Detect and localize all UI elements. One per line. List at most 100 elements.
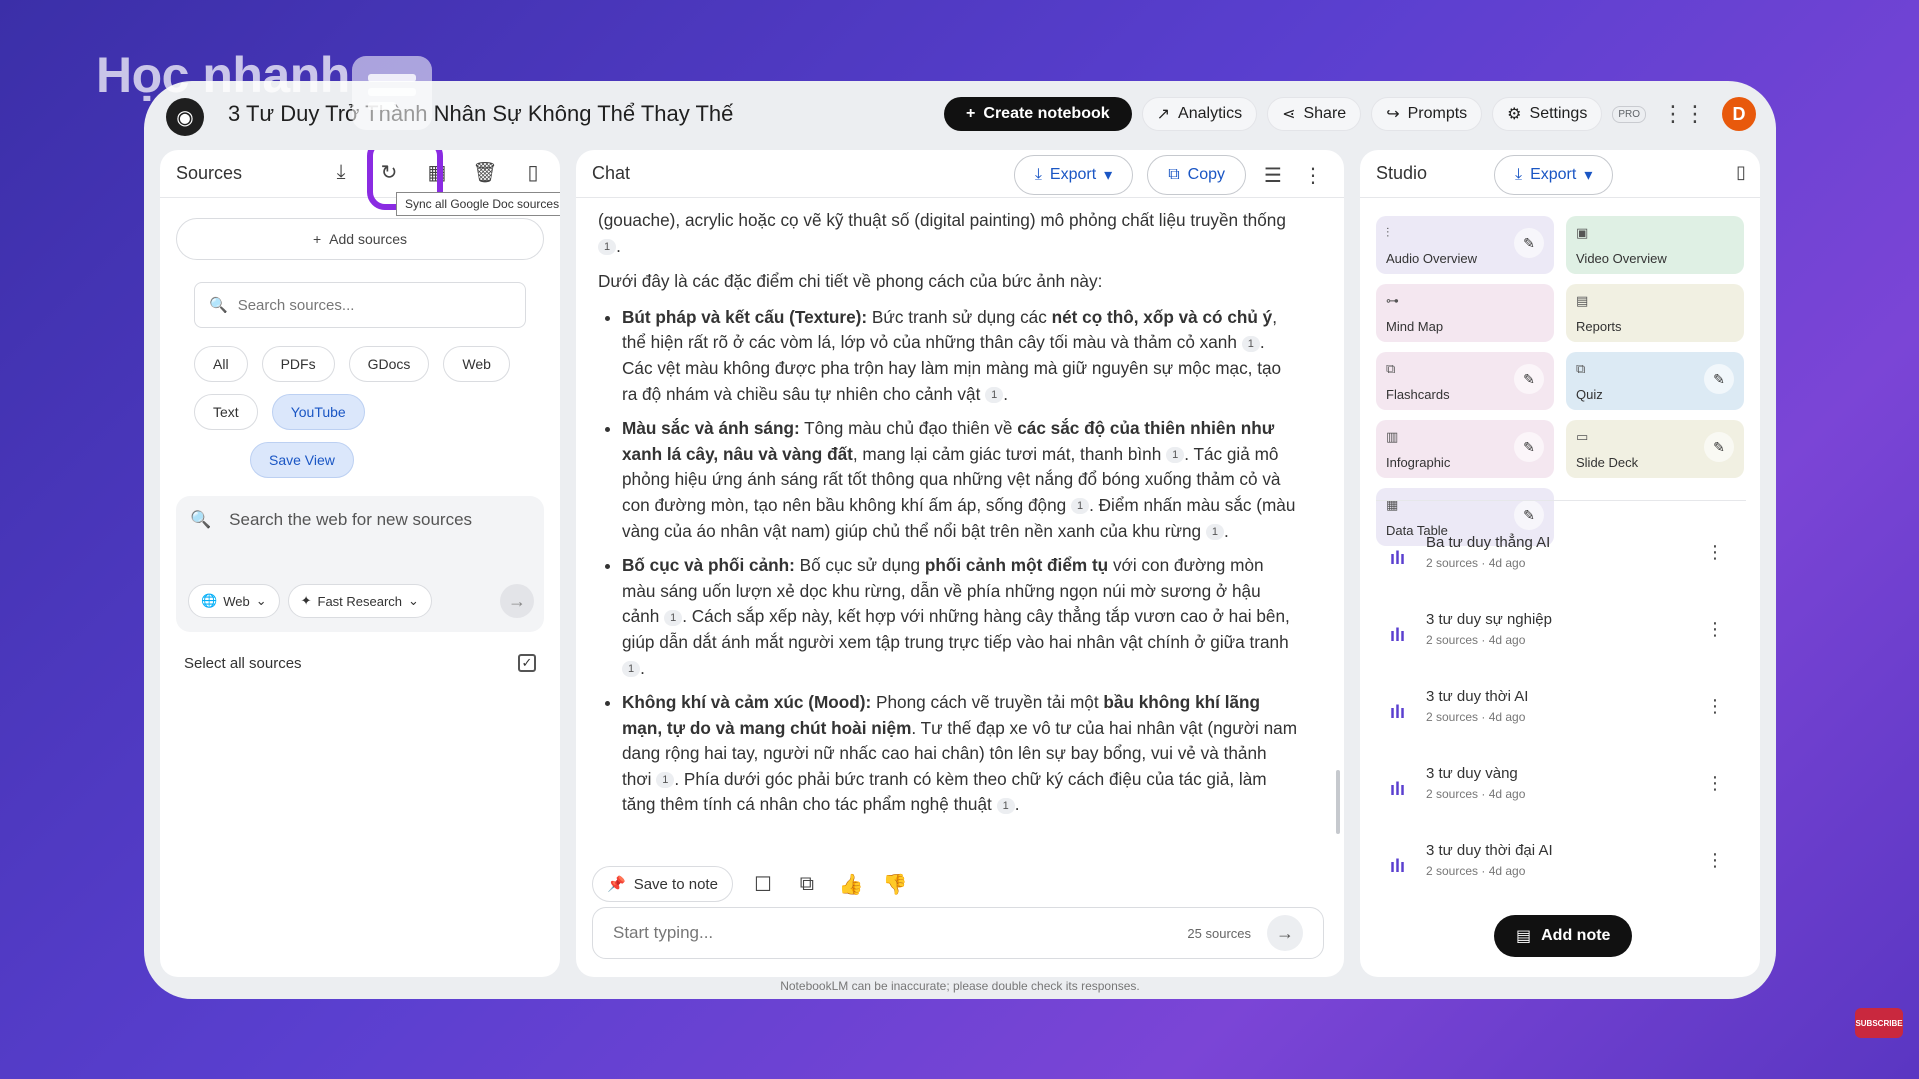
pencil-icon[interactable]: ✎ bbox=[1704, 364, 1734, 394]
filter-all[interactable]: All bbox=[194, 346, 248, 382]
citation[interactable]: 1 bbox=[985, 387, 1004, 404]
list-item[interactable]: ılı 3 tư duy thời đại AI 2 sources · 4d ag… bbox=[1360, 828, 1760, 905]
add-note-button[interactable]: ▤ Add note bbox=[1494, 915, 1633, 957]
studio-title: Studio bbox=[1376, 163, 1428, 183]
more-vert-icon[interactable]: ⋮ bbox=[1706, 619, 1724, 640]
citation[interactable]: 1 bbox=[622, 660, 641, 677]
list-item: Màu sắc và ánh sáng: Tông màu chủ đạo th… bbox=[622, 416, 1298, 544]
citation[interactable]: 1 bbox=[1166, 447, 1185, 464]
subscribe-badge[interactable]: SUBSCRIBE bbox=[1855, 1008, 1903, 1038]
infographic-icon: ılı bbox=[1390, 856, 1406, 876]
note-icon: ▤ bbox=[1516, 928, 1532, 945]
studio-export-button[interactable]: ⤓ Export ▾ bbox=[1494, 155, 1614, 195]
save-to-note-button[interactable]: 📌 Save to note bbox=[592, 866, 733, 902]
select-all-row[interactable]: Select all sources ✓ bbox=[184, 654, 536, 672]
chat-export-button[interactable]: ⤓ Export ▾ bbox=[1013, 155, 1134, 195]
list-item[interactable]: ılı Ba tư duy thẳng AI 2 sources · 4d ago ⋮ bbox=[1360, 520, 1760, 597]
download-icon: ⤓ bbox=[1515, 166, 1523, 183]
filter-youtube[interactable]: YouTube bbox=[271, 394, 365, 430]
download-icon: ⤓ bbox=[1034, 166, 1042, 183]
research-mode-dropdown[interactable]: ✦ Fast Research ⌄ bbox=[287, 584, 432, 618]
more-vert-icon[interactable]: ⋮ bbox=[1706, 542, 1724, 563]
search-sources-input[interactable]: 🔍 Search sources... bbox=[194, 282, 526, 328]
list-item: Bố cục và phối cảnh: Bố cục sử dụng phối… bbox=[622, 553, 1298, 681]
more-vert-icon[interactable]: ⋮ bbox=[1300, 163, 1326, 188]
citation[interactable]: 1 bbox=[1070, 498, 1090, 515]
flashcards-icon: ⧉ bbox=[1386, 361, 1396, 376]
tile-video-overview[interactable]: ▣ Video Overview bbox=[1566, 216, 1744, 274]
send-icon[interactable]: → bbox=[1267, 915, 1303, 951]
more-vert-icon[interactable]: ⋮ bbox=[1706, 850, 1724, 871]
more-vert-icon[interactable]: ⋮ bbox=[1706, 773, 1724, 794]
mindmap-icon: ⊶ bbox=[1386, 293, 1399, 308]
copy-icon[interactable]: ⧉ bbox=[793, 873, 821, 896]
pencil-icon[interactable]: ✎ bbox=[1514, 364, 1544, 394]
tile-mind-map[interactable]: ⊶ Mind Map bbox=[1376, 284, 1554, 342]
tile-infographic[interactable]: ▥ Infographic ✎ bbox=[1376, 420, 1554, 478]
web-source-dropdown[interactable]: 🌐 Web ⌄ bbox=[188, 584, 280, 618]
filter-gdocs[interactable]: GDocs bbox=[348, 346, 430, 382]
infographic-icon: ılı bbox=[1390, 779, 1406, 799]
trash-icon[interactable]: 🗑 bbox=[472, 160, 498, 185]
list-item[interactable]: ılı 3 tư duy vàng 2 sources · 4d ago ⋮ bbox=[1360, 751, 1760, 828]
list-item[interactable]: ılı 3 tư duy sự nghiệp 2 sources · 4d ago ⋮ bbox=[1360, 597, 1760, 674]
select-icon[interactable]: ☐ bbox=[749, 872, 777, 897]
prompts-button[interactable]: ↪ Prompts bbox=[1371, 97, 1483, 131]
tile-reports[interactable]: ▤ Reports bbox=[1566, 284, 1744, 342]
plus-icon: + bbox=[966, 105, 976, 122]
avatar[interactable]: D bbox=[1722, 97, 1756, 131]
collapse-panel-icon[interactable]: ▯ bbox=[520, 160, 546, 185]
more-vert-icon[interactable]: ⋮ bbox=[1706, 696, 1724, 717]
pencil-icon[interactable]: ✎ bbox=[1514, 432, 1544, 462]
citation[interactable]: 1 bbox=[1205, 523, 1224, 540]
pro-badge: PRO bbox=[1612, 105, 1646, 123]
tile-flashcards[interactable]: ⧉ Flashcards ✎ bbox=[1376, 352, 1554, 410]
web-search-submit-button[interactable]: → bbox=[500, 584, 534, 618]
citation[interactable]: 1 bbox=[664, 609, 683, 626]
tile-quiz[interactable]: ⧉ Quiz ✎ bbox=[1566, 352, 1744, 410]
citation[interactable]: 1 bbox=[1241, 335, 1260, 352]
citation[interactable]: 1 bbox=[996, 797, 1015, 814]
infographic-icon: ılı bbox=[1390, 625, 1406, 645]
studio-panel: Studio ⤓ Export ▾ ▯ ⫶ Audio Overview ✎ ▣ Vide… bbox=[1360, 150, 1760, 977]
apps-grid-icon[interactable]: ⋮⋮ bbox=[1656, 101, 1712, 127]
settings-button[interactable]: ⚙ Settings bbox=[1492, 97, 1603, 131]
create-notebook-button[interactable]: + Create notebook bbox=[944, 97, 1132, 131]
chat-scrollbar[interactable] bbox=[1336, 770, 1340, 834]
thumbs-up-icon[interactable]: 👍 bbox=[837, 872, 865, 897]
tile-slide-deck[interactable]: ▭ Slide Deck ✎ bbox=[1566, 420, 1744, 478]
plus-icon: + bbox=[312, 231, 322, 247]
pencil-icon[interactable]: ✎ bbox=[1704, 432, 1734, 462]
collapse-panel-icon[interactable]: ▯ bbox=[1736, 162, 1746, 183]
filter-web[interactable]: Web bbox=[443, 346, 510, 382]
filter-text[interactable]: Text bbox=[194, 394, 258, 430]
share-button[interactable]: ⋖ Share bbox=[1267, 97, 1362, 131]
filter-pdfs[interactable]: PDFs bbox=[261, 346, 335, 382]
list-item[interactable]: ılı 3 tư duy thời AI 2 sources · 4d ago ⋮ bbox=[1360, 674, 1760, 751]
caret-down-icon: ▾ bbox=[1104, 167, 1113, 184]
chat-input[interactable]: Start typing... 25 sources → bbox=[592, 907, 1324, 959]
save-view-button[interactable]: Save View bbox=[250, 442, 354, 478]
citation[interactable]: 1 bbox=[598, 239, 617, 256]
download-icon[interactable]: ⤓ bbox=[328, 161, 354, 184]
thumbs-down-icon[interactable]: 👎 bbox=[881, 872, 909, 897]
search-icon: 🔍 bbox=[190, 510, 212, 529]
analytics-button[interactable]: ↗ Analytics bbox=[1141, 97, 1258, 131]
citation[interactable]: 1 bbox=[656, 772, 675, 789]
pencil-icon[interactable]: ✎ bbox=[1514, 228, 1544, 258]
reports-icon: ▤ bbox=[1576, 293, 1589, 308]
caret-down-icon: ▾ bbox=[1584, 167, 1593, 184]
divider bbox=[1376, 500, 1746, 501]
app-window: ◉ 3 Tư Duy Trở Thành Nhân Sự Không Thể T… bbox=[144, 81, 1776, 999]
sync-tooltip: Sync all Google Doc sources bbox=[396, 192, 560, 216]
tile-audio-overview[interactable]: ⫶ Audio Overview ✎ bbox=[1376, 216, 1554, 274]
notebook-title[interactable]: 3 Tư Duy Trở Thành Nhân Sự Không Thể Tha… bbox=[228, 101, 733, 127]
source-count: 25 sources bbox=[1187, 925, 1251, 941]
studio-tiles: ⫶ Audio Overview ✎ ▣ Video Overview ⊶ Mind M… bbox=[1376, 216, 1746, 546]
web-search-box[interactable]: 🔍 Search the web for new sources 🌐 Web ⌄ ✦ F… bbox=[176, 496, 544, 632]
select-all-checkbox[interactable]: ✓ bbox=[518, 654, 536, 672]
add-sources-button[interactable]: + Add sources bbox=[176, 218, 544, 260]
trend-icon: ↗ bbox=[1156, 106, 1171, 123]
chat-copy-button[interactable]: ⧉ Copy bbox=[1147, 155, 1246, 195]
tune-icon[interactable]: ☰ bbox=[1260, 163, 1286, 188]
